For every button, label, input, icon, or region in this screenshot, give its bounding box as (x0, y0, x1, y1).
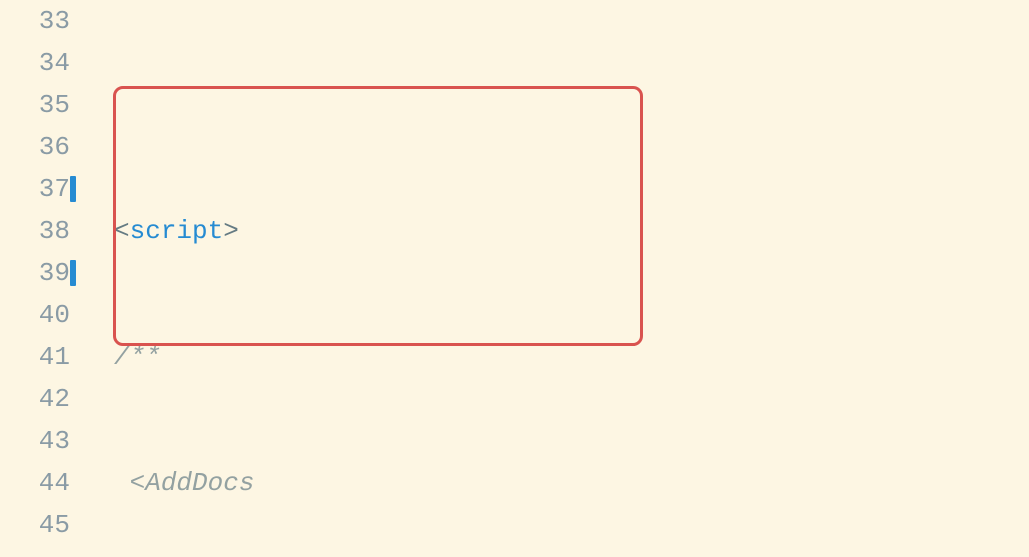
code-area[interactable]: <script> /** <AddDocs │ title="添加Doc" │ … (90, 0, 1029, 557)
line-number: 35 (0, 84, 70, 126)
line-number: 36 (0, 126, 70, 168)
line-number: 43 (0, 420, 70, 462)
line-number: 34 (0, 42, 70, 84)
line-number: 41 (0, 336, 70, 378)
code-line (114, 84, 1029, 126)
code-line: /** (114, 336, 1029, 378)
line-number: 44 (0, 462, 70, 504)
line-number-gutter: 33 34 35 36 37 38 39 40 41 42 43 44 45 (0, 0, 90, 557)
line-number: 45 (0, 504, 70, 546)
line-number: 40 (0, 294, 70, 336)
line-marker (70, 260, 76, 286)
line-marker (70, 176, 76, 202)
line-number: 33 (0, 0, 70, 42)
code-line: <AddDocs (114, 462, 1029, 504)
line-number: 39 (0, 252, 70, 294)
line-number: 42 (0, 378, 70, 420)
code-line: <script> (114, 210, 1029, 252)
code-editor[interactable]: 33 34 35 36 37 38 39 40 41 42 43 44 45 <… (0, 0, 1029, 557)
line-number: 37 (0, 168, 70, 210)
line-number: 38 (0, 210, 70, 252)
